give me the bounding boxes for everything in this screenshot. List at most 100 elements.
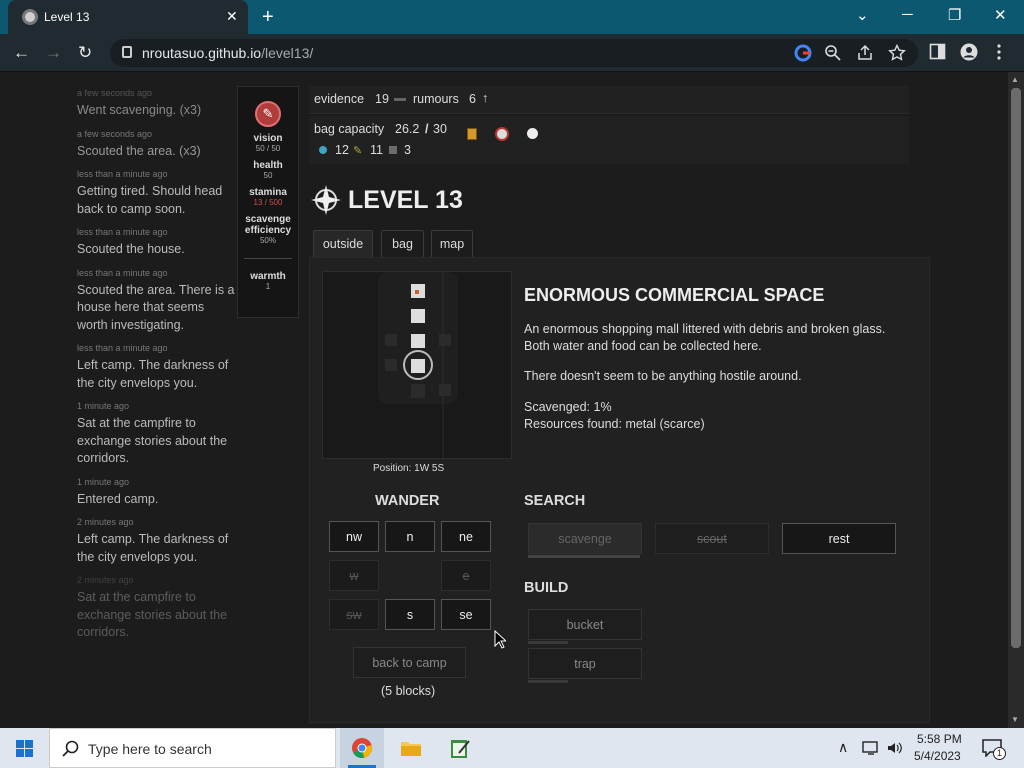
side-panel-icon[interactable]: [929, 43, 946, 65]
profile-avatar-icon[interactable]: [960, 43, 978, 66]
reload-button[interactable]: ↻: [78, 43, 92, 63]
forward-button[interactable]: →: [45, 43, 62, 63]
location-description: An enormous shopping mall littered with …: [524, 322, 886, 353]
log-entry: 1 minute ago Sat at the campfire to excha…: [77, 401, 228, 465]
notification-count: 1: [993, 747, 1006, 760]
metal-icon: [389, 146, 397, 154]
tab-search-icon[interactable]: ⌄: [856, 6, 869, 24]
google-lens-icon[interactable]: [794, 44, 812, 66]
tray-expand-icon[interactable]: ∧: [838, 739, 848, 756]
bag-capacity-label: bag capacity: [314, 122, 385, 136]
event-log: a few seconds ago Went scavenging. (x3) a…: [77, 88, 237, 651]
windows-taskbar: Type here to search ∧ 5:58 PM 5/4/2023 1: [0, 728, 1024, 768]
rest-button[interactable]: rest: [782, 523, 896, 554]
wander-heading: WANDER: [375, 493, 440, 509]
build-heading: BUILD: [524, 580, 569, 596]
browser-tab[interactable]: Level 13 ✕: [8, 0, 248, 34]
item-icon[interactable]: [467, 128, 477, 140]
rumours-up-icon: ↑: [482, 91, 489, 105]
scavenge-efficiency-label: scavenge efficiency: [244, 214, 292, 236]
scavenged-status: Scavenged: 1%: [524, 400, 612, 414]
level-title: LEVEL 13: [348, 186, 463, 214]
windows-start-icon[interactable]: [16, 740, 33, 757]
minimap[interactable]: [322, 271, 512, 460]
zoom-icon[interactable]: [824, 44, 842, 66]
address-bar[interactable]: nroutasuo.github.io/level13/: [110, 39, 918, 67]
build-bucket-button[interactable]: bucket: [528, 609, 642, 640]
taskbar-search-placeholder: Type here to search: [88, 741, 212, 757]
tab-close-icon[interactable]: ✕: [226, 8, 238, 25]
health-label: health: [253, 160, 283, 171]
scout-button[interactable]: scout: [655, 523, 769, 554]
tab-outside[interactable]: outside: [313, 230, 373, 258]
search-heading: SEARCH: [524, 493, 586, 509]
evidence-trend-icon: [394, 98, 406, 101]
scavenge-button[interactable]: scavenge: [528, 523, 642, 554]
lock-icon: [122, 46, 132, 58]
trap-progress-bar: [528, 680, 568, 683]
move-s-button[interactable]: s: [385, 599, 435, 630]
taskbar-search-box[interactable]: Type here to search: [49, 728, 336, 768]
share-icon[interactable]: [856, 44, 874, 66]
move-ne-button[interactable]: ne: [441, 521, 491, 552]
url-text: nroutasuo.github.io/level13/: [142, 45, 314, 61]
log-entry: 1 minute ago Entered camp.: [77, 476, 159, 506]
bag-capacity-sep: /: [425, 122, 429, 136]
item-icon[interactable]: [527, 128, 538, 139]
move-sw-button[interactable]: sw: [329, 599, 379, 630]
file-explorer-icon[interactable]: [400, 739, 422, 757]
log-entry: less than a minute ago Scouted the area. …: [77, 267, 235, 332]
warmth-value: 1: [265, 282, 271, 291]
metal-count: 3: [404, 143, 411, 157]
clock-time[interactable]: 5:58 PM: [917, 732, 962, 746]
move-n-button[interactable]: n: [385, 521, 435, 552]
log-entry: a few seconds ago Went scavenging. (x3): [77, 88, 202, 117]
build-trap-button[interactable]: trap: [528, 648, 642, 679]
log-entry: 2 minutes ago Left camp. The darkness of …: [77, 517, 229, 564]
minimize-button[interactable]: ─: [902, 6, 913, 23]
evidence-label: evidence: [314, 92, 365, 106]
notifications-icon[interactable]: 1: [982, 739, 1006, 760]
water-count: 12: [335, 143, 349, 157]
chrome-icon: [352, 738, 372, 759]
network-icon[interactable]: [862, 740, 880, 756]
bucket-progress-bar: [528, 641, 568, 644]
back-to-camp-button[interactable]: back to camp: [353, 647, 466, 678]
tab-bag[interactable]: bag: [381, 230, 424, 258]
warmth-label: warmth: [250, 271, 286, 282]
back-button[interactable]: ←: [13, 43, 30, 63]
new-tab-button[interactable]: +: [262, 6, 274, 29]
tab-map[interactable]: map: [431, 230, 473, 258]
scrollbar-thumb[interactable]: [1011, 88, 1021, 648]
rumours-value: 6: [469, 92, 476, 106]
volume-icon[interactable]: [886, 740, 904, 756]
bag-bar: bag capacity 26.2 / 30 12 ✎ 11 3: [309, 116, 909, 164]
menu-kebab-icon[interactable]: [996, 43, 1002, 66]
hostile-status: There doesn't seem to be anything hostil…: [524, 369, 802, 383]
evidence-value: 19: [375, 92, 389, 106]
log-entry: less than a minute ago Getting tired. Sho…: [77, 169, 223, 216]
notepad-icon[interactable]: [449, 737, 471, 759]
minimap-graphic: [378, 272, 458, 460]
close-window-button[interactable]: ✕: [994, 6, 1007, 24]
taskbar-chrome-button[interactable]: [340, 728, 384, 768]
scavenge-cooldown-bar: [528, 555, 640, 558]
health-value: 50: [263, 171, 273, 180]
move-e-button[interactable]: e: [441, 560, 491, 591]
move-se-button[interactable]: se: [441, 599, 491, 630]
rumours-label: rumours: [413, 92, 459, 106]
bookmark-star-icon[interactable]: [888, 43, 906, 66]
bag-capacity-value: 26.2: [395, 122, 420, 136]
search-icon: [62, 740, 79, 757]
food-count: 11: [370, 143, 383, 157]
move-w-button[interactable]: w: [329, 560, 379, 591]
log-entry: less than a minute ago Left camp. The dar…: [77, 343, 229, 390]
stamina-label: stamina: [249, 187, 287, 198]
move-nw-button[interactable]: nw: [329, 521, 379, 552]
restore-button[interactable]: ❐: [948, 6, 961, 24]
item-icon[interactable]: [495, 127, 509, 141]
log-entry: less than a minute ago Scouted the house.: [77, 227, 185, 256]
clock-date[interactable]: 5/4/2023: [914, 749, 961, 763]
scroll-down-icon[interactable]: ▼: [1011, 715, 1019, 724]
scroll-up-icon[interactable]: ▲: [1011, 75, 1019, 84]
